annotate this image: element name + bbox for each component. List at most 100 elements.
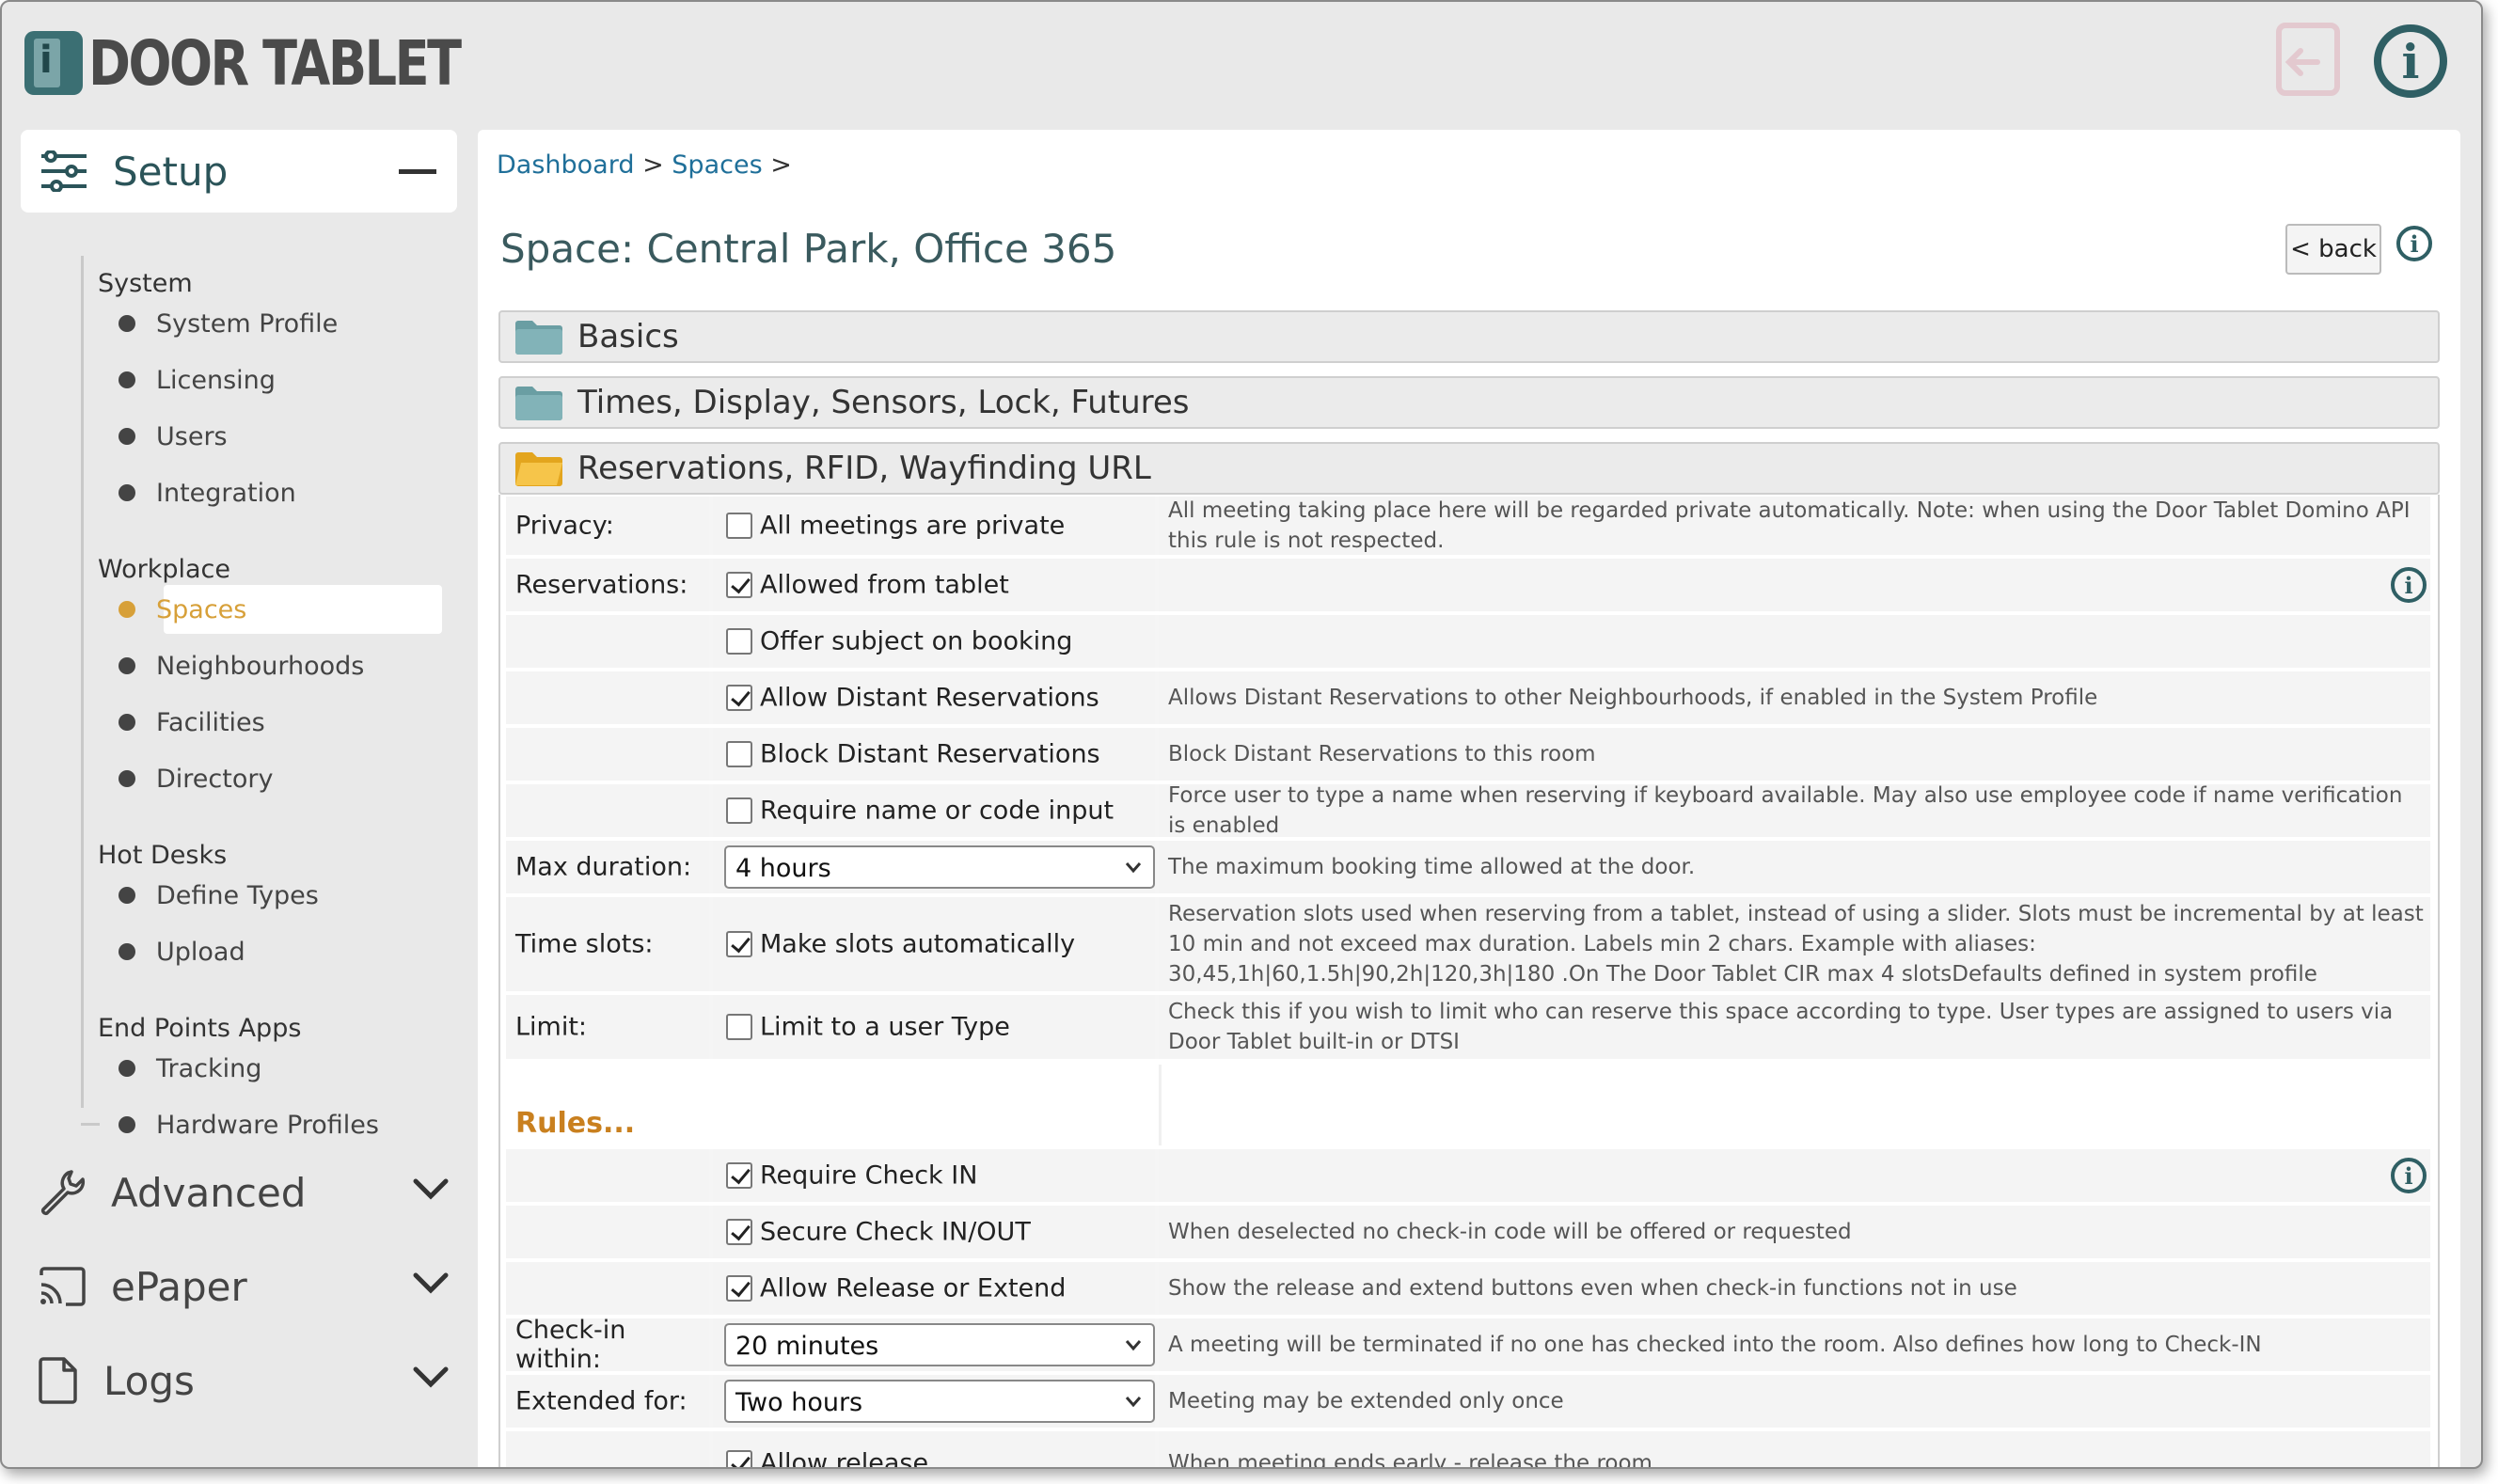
row-label: Check-in within: (515, 1316, 626, 1374)
row-extended-for: Extended for: Two hours Meeting may be e… (506, 1375, 2430, 1428)
checkbox-label: Allowed from tablet (760, 570, 1009, 600)
bullet-icon (119, 315, 135, 332)
row-label: Time slots: (515, 929, 654, 959)
sidebar-item-neighbourhoods[interactable]: Neighbourhoods (81, 641, 364, 690)
logo-text: DOOR TABLET (88, 26, 462, 100)
group-end-points-apps: End Points Apps (98, 1014, 302, 1043)
checkbox-secure-checkin[interactable] (726, 1219, 752, 1245)
panel-reservations[interactable]: Reservations, RFID, Wayfinding URL (498, 442, 2440, 495)
select-value: 4 hours (735, 854, 831, 883)
section-epaper[interactable]: ePaper (38, 1249, 461, 1324)
row-description: Reservation slots used when reserving fr… (1168, 902, 2424, 987)
sidebar-item-label: Facilities (156, 707, 265, 737)
bullet-icon (119, 428, 135, 445)
row-description: Allows Distant Reservations to other Nei… (1168, 686, 2098, 710)
sidebar-item-system-profile[interactable]: System Profile (81, 299, 338, 348)
sidebar-item-label: Define Types (156, 880, 319, 910)
row-label: Privacy: (515, 511, 614, 541)
row-description: Check this if you wish to limit who can … (1168, 1000, 2394, 1054)
sidebar-item-upload[interactable]: Upload (81, 927, 245, 976)
info-icon[interactable]: i (2391, 567, 2427, 603)
checkin-within-select[interactable]: 20 minutes (724, 1323, 1155, 1366)
checkbox-block-distant[interactable] (726, 741, 752, 767)
checkbox-label: All meetings are private (760, 511, 1066, 541)
bullet-icon (119, 1060, 135, 1077)
chevron-down-icon[interactable] (412, 1177, 450, 1202)
row-description: When meeting ends early - release the ro… (1168, 1451, 1652, 1469)
row-secure-checkin: Secure Check IN/OUT When deselected no c… (506, 1206, 2430, 1258)
checkbox-label: Make slots automatically (760, 929, 1076, 959)
checkbox-allow-distant[interactable] (726, 685, 752, 711)
section-label: Logs (103, 1357, 195, 1404)
info-icon[interactable]: i (2374, 24, 2447, 98)
collapse-icon[interactable] (399, 169, 436, 174)
sidebar-item-label: Licensing (156, 365, 276, 395)
chevron-down-icon[interactable] (412, 1271, 450, 1296)
sidebar-item-integration[interactable]: Integration (81, 468, 296, 517)
sidebar-item-tracking[interactable]: Tracking (81, 1044, 261, 1093)
page-title: Space: Central Park, Office 365 (500, 226, 1117, 272)
sidebar-item-label: Integration (156, 478, 296, 508)
folder-closed-icon (515, 321, 562, 355)
sidebar-item-spaces[interactable]: Spaces (81, 585, 442, 634)
checkbox-label: Secure Check IN/OUT (760, 1217, 1031, 1247)
app-window: DOOR TABLET i Setup System System Profil… (0, 0, 2483, 1469)
folder-open-icon (515, 452, 562, 486)
panel-times-display[interactable]: Times, Display, Sensors, Lock, Futures (498, 376, 2440, 429)
sidebar-item-directory[interactable]: Directory (81, 754, 273, 803)
cast-icon (40, 1267, 86, 1306)
checkbox-make-slots[interactable] (726, 931, 752, 957)
sidebar-item-label: Hardware Profiles (156, 1110, 379, 1140)
panel-basics[interactable]: Basics (498, 310, 2440, 363)
breadcrumb-dashboard[interactable]: Dashboard (497, 150, 634, 180)
chevron-down-icon (1125, 862, 1142, 874)
checkbox-require-checkin[interactable] (726, 1162, 752, 1189)
chevron-down-icon[interactable] (412, 1366, 450, 1390)
bullet-icon (119, 601, 135, 618)
row-description: Meeting may be extended only once (1168, 1389, 1564, 1413)
sidebar-item-users[interactable]: Users (81, 412, 228, 461)
extended-for-select[interactable]: Two hours (724, 1380, 1155, 1423)
checkbox-allowed-from-tablet[interactable] (726, 572, 752, 598)
info-icon[interactable]: i (2391, 1158, 2427, 1193)
checkbox-label: Allow Release or Extend (760, 1273, 1067, 1303)
back-button[interactable]: < back (2285, 224, 2381, 275)
panel-label: Reservations, RFID, Wayfinding URL (577, 450, 1151, 487)
checkbox-private[interactable] (726, 513, 752, 539)
sidebar-item-label: Spaces (156, 594, 247, 624)
checkbox-label: Allow Distant Reservations (760, 683, 1099, 713)
sidebar-item-label: Neighbourhoods (156, 651, 365, 681)
row-reservations: Reservations: Allowed from tablet i (506, 559, 2430, 611)
sidebar-item-licensing[interactable]: Licensing (81, 355, 276, 404)
checkbox-require-name[interactable] (726, 797, 752, 824)
section-label: Advanced (111, 1169, 307, 1216)
sidebar-item-hardware-profiles[interactable]: Hardware Profiles (81, 1100, 379, 1149)
setup-section-header[interactable]: Setup (21, 130, 457, 213)
sidebar-item-label: Upload (156, 937, 245, 967)
section-advanced[interactable]: Advanced (38, 1155, 461, 1230)
checkbox-limit-user-type[interactable] (726, 1014, 752, 1040)
checkbox-allow-release-extend[interactable] (726, 1275, 752, 1302)
sidebar-item-define-types[interactable]: Define Types (81, 871, 319, 920)
sidebar-item-facilities[interactable]: Facilities (81, 698, 265, 747)
file-icon (39, 1357, 77, 1404)
checkbox-offer-subject[interactable] (726, 628, 752, 655)
row-offer-subject: Offer subject on booking (506, 615, 2430, 668)
folder-closed-icon (515, 387, 562, 420)
row-label: Limit: (515, 1012, 588, 1042)
row-label: Extended for: (515, 1386, 688, 1416)
section-label: ePaper (111, 1263, 247, 1310)
reservations-form: Privacy: All meetings are private All me… (498, 495, 2440, 1469)
info-icon[interactable]: i (2396, 226, 2432, 261)
max-duration-select[interactable]: 4 hours (724, 845, 1155, 889)
logo-mark-icon (24, 31, 83, 95)
breadcrumb-spaces[interactable]: Spaces (672, 150, 762, 180)
checkbox-allow-release[interactable] (726, 1450, 752, 1467)
tree-end-tick (81, 1123, 100, 1126)
door-tablet-logo[interactable]: DOOR TABLET (24, 27, 541, 100)
row-allow-release: Allow release When meeting ends early - … (506, 1431, 2430, 1469)
logout-icon[interactable] (2276, 23, 2340, 96)
checkbox-label: Offer subject on booking (760, 626, 1073, 656)
section-logs[interactable]: Logs (38, 1343, 461, 1418)
group-system: System (98, 269, 193, 298)
